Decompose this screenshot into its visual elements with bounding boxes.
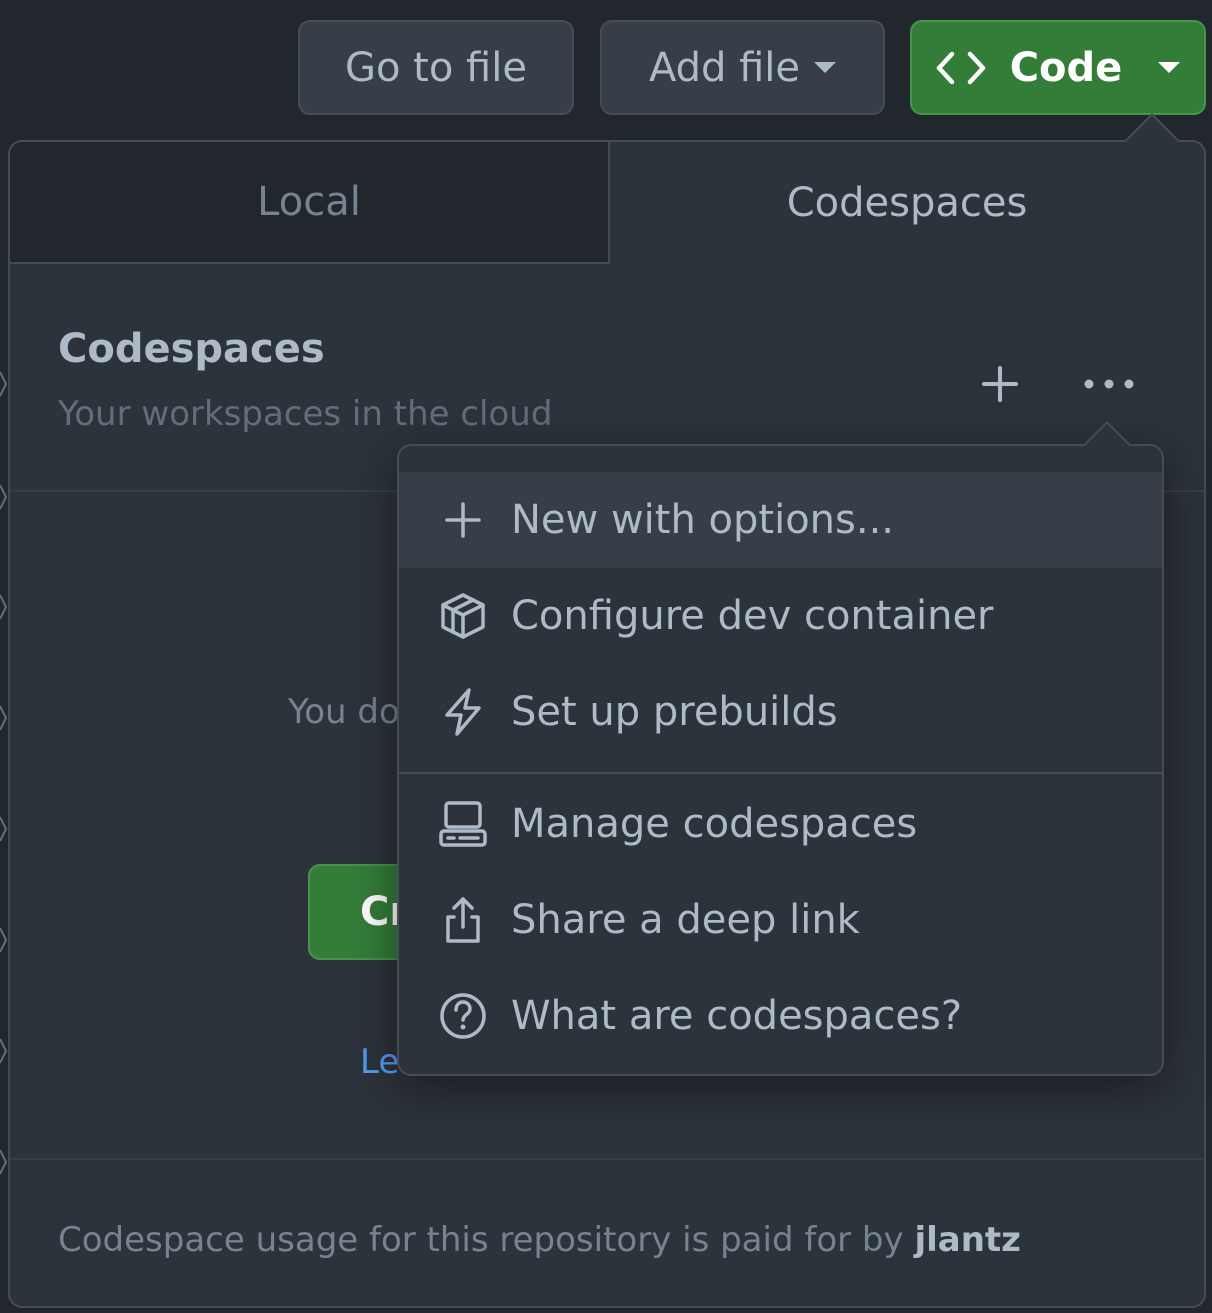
container-icon [437, 590, 489, 642]
code-icon [936, 48, 986, 88]
add-file-label: Add file [648, 44, 801, 91]
codespaces-subtitle: Your workspaces in the cloud [58, 394, 553, 434]
menu-item-new-with-options[interactable]: New with options... [399, 472, 1162, 568]
menu-item-label: New with options... [511, 497, 895, 543]
menu-item-label: Share a deep link [511, 897, 860, 943]
empty-state-text: You do [288, 692, 400, 732]
menu-item-set-up-prebuilds[interactable]: Set up prebuilds [399, 664, 1162, 760]
menu-divider [399, 772, 1162, 774]
tab-local-label: Local [257, 179, 361, 225]
menu-item-what-are-codespaces[interactable]: What are codespaces? [399, 968, 1162, 1064]
menu-item-label: Manage codespaces [511, 801, 918, 847]
tab-local[interactable]: Local [10, 142, 610, 264]
go-to-file-button[interactable]: Go to file [298, 20, 574, 115]
chevron-down-icon [814, 62, 837, 73]
menu-item-manage-codespaces[interactable]: Manage codespaces [399, 776, 1162, 872]
codespaces-title: Codespaces [58, 326, 325, 372]
zap-icon [437, 686, 489, 738]
codespaces-icon [437, 798, 489, 850]
new-codespace-button[interactable] [970, 354, 1030, 414]
kebab-horizontal-icon [1084, 379, 1134, 389]
menu-item-configure-dev-container[interactable]: Configure dev container [399, 568, 1162, 664]
menu-item-label: Set up prebuilds [511, 689, 838, 735]
footer-billing-text: Codespace usage for this repository is p… [58, 1220, 1021, 1260]
codespaces-footer: Codespace usage for this repository is p… [10, 1158, 1204, 1306]
menu-item-label: Configure dev container [511, 593, 994, 639]
menu-item-label: What are codespaces? [511, 993, 963, 1039]
chevron-down-icon [1158, 62, 1181, 73]
footer-billing-label: Codespace usage for this repository is p… [58, 1220, 915, 1260]
tab-codespaces-label: Codespaces [786, 180, 1028, 226]
code-button[interactable]: Code [910, 20, 1206, 115]
more-options-button[interactable] [1076, 354, 1142, 414]
question-icon [437, 990, 489, 1042]
menu-item-share-deep-link[interactable]: Share a deep link [399, 872, 1162, 968]
footer-billing-owner: jlantz [914, 1220, 1021, 1260]
go-to-file-label: Go to file [345, 44, 527, 91]
plus-icon [982, 366, 1018, 402]
code-label: Code [1009, 44, 1123, 91]
popover-tabs: Local Codespaces [10, 142, 1204, 264]
add-file-button[interactable]: Add file [600, 20, 885, 115]
share-icon [437, 894, 489, 946]
codespaces-options-menu: New with options... Configure dev contai… [397, 444, 1164, 1076]
plus-icon [437, 494, 489, 546]
tab-codespaces[interactable]: Codespaces [610, 142, 1204, 264]
